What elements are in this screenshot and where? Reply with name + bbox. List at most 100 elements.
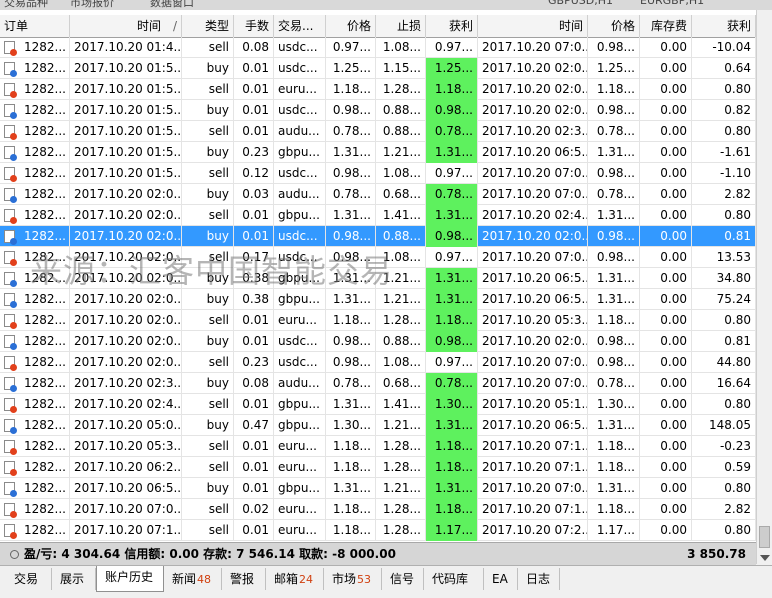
cell-swap: 0.00 [640,352,692,373]
table-row[interactable]: 1282... 2017.10.20 02:4... sell 0.01 gbpu...… [0,394,756,415]
cell-close-price: 0.78... [588,121,640,142]
tab-1[interactable]: 展示 [52,568,96,590]
cell-text: 1.41... [382,397,421,411]
cell-text: usdc... [278,250,318,264]
cell-text: 2.82 [724,187,751,201]
table-row[interactable]: 1282... 2017.10.20 05:3... sell 0.01 euru...… [0,436,756,457]
cell-text: 1.18... [332,82,371,96]
cell-text: 0.01 [242,397,269,411]
column-header-1[interactable]: 时间 / [70,15,182,37]
window-title-3[interactable]: GBPUSD,H1 [548,0,613,7]
order-status-dot [10,238,17,245]
table-row[interactable]: 1282... 2017.10.20 02:0... sell 0.17 usdc...… [0,247,756,268]
cell-swap: 0.00 [640,310,692,331]
tab-0[interactable]: 交易 [6,568,52,590]
account-history-table[interactable]: 订单 时间 / 类型 手数 交易... 价格 止损 获利 时间 价格 库存费 获利 1282... 201… [0,10,756,542]
cell-open-time: 2017.10.20 01:5... [70,163,182,184]
table-row[interactable]: 1282... 2017.10.20 02:0... buy 0.01 usdc... 0… [0,331,756,352]
column-header-3[interactable]: 手数 [234,15,274,37]
cell-sl: 1.28... [376,499,426,520]
cell-text: 0.78... [596,124,635,138]
table-row[interactable]: 1282... 2017.10.20 02:0... sell 0.01 gbpu...… [0,205,756,226]
tab-count-badge: 48 [197,573,212,586]
cell-swap: 0.00 [640,247,692,268]
tab-9[interactable]: EA [484,568,518,590]
column-header-5[interactable]: 价格 [326,15,376,37]
cell-price: 1.31... [326,289,376,310]
table-row[interactable]: 1282... 2017.10.20 06:2... sell 0.01 euru...… [0,457,756,478]
column-header-6[interactable]: 止损 [376,15,426,37]
cell-swap: 0.00 [640,268,692,289]
cell-close-price: 0.98... [588,163,640,184]
order-status-dot [10,322,17,329]
window-title-1[interactable]: 市场报价 [70,0,114,10]
table-row[interactable]: 1282... 2017.10.20 02:0... buy 0.38 gbpu... 1… [0,268,756,289]
cell-text: 2017.10.20 01:5... [74,124,182,138]
cell-text: 0.82 [724,103,751,117]
tab-7[interactable]: 信号 [382,568,424,590]
tab-4[interactable]: 警报 [222,568,266,590]
tab-10[interactable]: 日志 [518,568,560,590]
cell-text: 0.80 [724,208,751,222]
table-row[interactable]: 1282... 2017.10.20 02:0... sell 0.23 usdc...… [0,352,756,373]
order-status-dot [10,112,17,119]
cell-profit: 44.80 [692,352,756,373]
table-row[interactable]: 1282... 2017.10.20 01:5... buy 0.23 gbpu... 1… [0,142,756,163]
column-header-label: 手数 [244,19,269,33]
table-row[interactable]: 1282... 2017.10.20 01:4... sell 0.08 usdc...… [0,37,756,58]
table-row[interactable]: 1282... 2017.10.20 02:0... buy 0.38 gbpu... 1… [0,289,756,310]
table-row-selected[interactable]: 1282... 2017.10.20 02:0... buy 0.01 usdc... 0… [0,226,756,247]
tab-3[interactable]: 新闻48 [164,568,222,590]
window-title-0[interactable]: 交易品种 [4,0,48,10]
window-title-2[interactable]: 数据窗口 [150,0,194,10]
cell-text: usdc... [278,334,318,348]
column-header-0[interactable]: 订单 [0,15,70,37]
cell-text: 2017.10.20 07:0... [482,166,588,180]
cell-text: 0.98... [332,166,371,180]
cell-symbol: usdc... [274,163,326,184]
tab-6[interactable]: 市场53 [324,568,382,590]
column-header-2[interactable]: 类型 [182,15,234,37]
scrollbar-thumb[interactable] [759,526,770,548]
cell-text: usdc... [278,355,318,369]
table-row[interactable]: 1282... 2017.10.20 01:5... sell 0.12 usdc...… [0,163,756,184]
table-row[interactable]: 1282... 2017.10.20 05:0... buy 0.47 gbpu... 1… [0,415,756,436]
table-row[interactable]: 1282... 2017.10.20 06:5... buy 0.01 gbpu... 1… [0,478,756,499]
order-status-dot [10,343,17,350]
table-row[interactable]: 1282... 2017.10.20 01:5... buy 0.01 usdc... 1… [0,58,756,79]
tab-8[interactable]: 代码库 [424,568,484,590]
column-header-8[interactable]: 时间 [478,15,588,37]
cell-price: 1.31... [326,205,376,226]
column-header-9[interactable]: 价格 [588,15,640,37]
table-row[interactable]: 1282... 2017.10.20 02:0... sell 0.01 euru...… [0,310,756,331]
cell-text: 0.01 [242,124,269,138]
cell-close-price: 0.98... [588,352,640,373]
table-row[interactable]: 1282... 2017.10.20 07:0... sell 0.02 euru...… [0,499,756,520]
tab-2[interactable]: 账户历史 [96,566,164,592]
cell-sl: 0.68... [376,373,426,394]
table-row[interactable]: 1282... 2017.10.20 02:3... buy 0.08 audu... 0… [0,373,756,394]
cell-text: 0.81 [724,229,751,243]
table-row[interactable]: 1282... 2017.10.20 01:5... buy 0.01 usdc... 0… [0,100,756,121]
column-header-4[interactable]: 交易... [274,15,326,37]
order-status-dot [10,154,17,161]
cell-text: 2017.10.20 01:5... [74,82,182,96]
window-title-4[interactable]: EURGBP,H1 [640,0,704,7]
table-row[interactable]: 1282... 2017.10.20 02:0... buy 0.03 audu... 0… [0,184,756,205]
cell-text: 0.98... [332,103,371,117]
vertical-scrollbar[interactable] [756,10,772,564]
table-row[interactable]: 1282... 2017.10.20 01:5... sell 0.01 euru...… [0,79,756,100]
cell-text: 1.18... [596,82,635,96]
cell-swap: 0.00 [640,100,692,121]
table-row[interactable]: 1282... 2017.10.20 01:5... sell 0.01 audu...… [0,121,756,142]
cell-text: 1.31... [596,271,635,285]
table-row[interactable]: 1282... 2017.10.20 07:1... sell 0.01 euru...… [0,520,756,541]
cell-text: euru... [278,313,317,327]
column-header-10[interactable]: 库存费 [640,15,692,37]
cell-text: 0.38 [242,271,269,285]
column-header-7[interactable]: 获利 [426,15,478,37]
column-header-11[interactable]: 获利 [692,15,756,37]
scroll-down-arrow-icon[interactable] [760,555,770,561]
cell-text: 1.31... [596,145,635,159]
tab-5[interactable]: 邮箱24 [266,568,324,590]
